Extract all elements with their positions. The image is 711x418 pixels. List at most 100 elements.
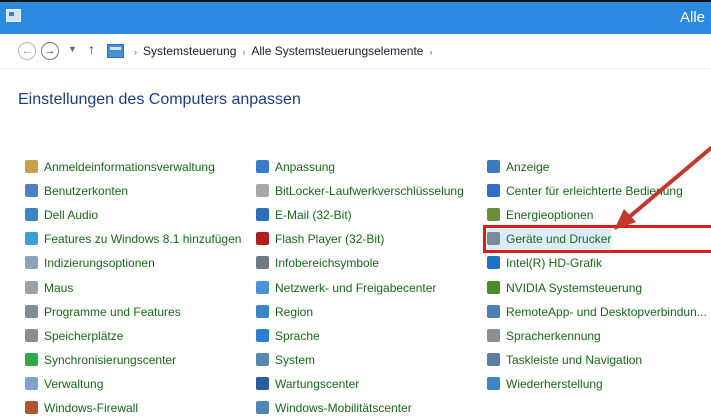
- panel-item-mobility[interactable]: Windows-Mobilitätscenter: [256, 398, 412, 418]
- panel-item-dell-audio[interactable]: Dell Audio: [25, 205, 98, 225]
- address-bar: ← → ▼ ↑ › Systemsteuerung › Alle Systemsteu…: [0, 34, 711, 69]
- power-icon: [487, 208, 500, 222]
- intel-graphics-icon: [487, 256, 500, 270]
- panel-item-speech[interactable]: Spracherkennung: [487, 326, 601, 346]
- panel-item-sync[interactable]: Synchronisierungscenter: [25, 350, 176, 370]
- control-panel-crumb-icon[interactable]: [107, 44, 124, 58]
- panel-item-label: Wartungscenter: [275, 376, 360, 391]
- ease-of-access-icon: [487, 184, 500, 198]
- panel-item-language[interactable]: Sprache: [256, 326, 320, 346]
- panel-item-users[interactable]: Benutzerkonten: [25, 181, 128, 201]
- mobility-icon: [256, 401, 269, 414]
- panel-item-remoteapp[interactable]: RemoteApp- und Desktopverbindun...: [487, 302, 707, 322]
- forward-button[interactable]: →: [41, 42, 59, 60]
- highlight-box: [483, 225, 711, 253]
- chevron-right-icon: ›: [242, 47, 246, 57]
- panel-item-label: Windows-Firewall: [44, 401, 139, 415]
- panel-item-recovery[interactable]: Wiederherstellung: [487, 374, 603, 394]
- network-icon: [256, 280, 269, 294]
- panel-item-firewall[interactable]: Windows-Firewall: [25, 398, 138, 418]
- panel-item-nvidia[interactable]: NVIDIA Systemsteuerung: [487, 278, 642, 298]
- panel-item-label: Intel(R) HD-Grafik: [506, 256, 603, 271]
- panel-item-label: Anmeldeinformationsverwaltung: [44, 160, 215, 174]
- notification-icon: [256, 256, 269, 270]
- mail-icon: [256, 208, 269, 222]
- firewall-icon: [25, 401, 38, 414]
- chevron-right-icon: ›: [134, 47, 137, 57]
- panel-item-label: Spracherkennung: [506, 328, 601, 343]
- panel-item-ease-of-access[interactable]: Center für erleichterte Bedienung: [487, 181, 683, 201]
- chevron-right-icon: ›: [429, 47, 433, 57]
- panel-item-indexing[interactable]: Indizierungsoptionen: [25, 253, 155, 273]
- back-button[interactable]: ←: [18, 42, 36, 60]
- panel-item-label: Maus: [44, 280, 74, 295]
- panel-item-taskbar[interactable]: Taskleiste und Navigation: [487, 350, 642, 370]
- admin-tools-icon: [25, 376, 38, 390]
- panel-item-label: Anpassung: [275, 160, 336, 174]
- panel-item-label: Dell Audio: [44, 208, 99, 223]
- panel-item-windows-features[interactable]: Features zu Windows 8.1 hinzufügen: [25, 229, 241, 249]
- breadcrumb-systemsteuerung[interactable]: Systemsteuerung: [143, 44, 236, 58]
- page-title: Einstellungen des Computers anpassen: [18, 91, 301, 108]
- panel-item-label: Center für erleichterte Bedienung: [506, 184, 683, 199]
- window-title: Alle: [679, 9, 705, 26]
- display-icon: [487, 160, 500, 173]
- mouse-icon: [25, 280, 38, 294]
- panel-item-label: Windows-Mobilitätscenter: [275, 401, 412, 415]
- region-icon: [256, 304, 269, 318]
- panel-item-label: Region: [275, 304, 314, 319]
- panel-item-label: Synchronisierungscenter: [44, 352, 177, 367]
- storage-icon: [25, 328, 38, 342]
- nvidia-icon: [487, 280, 500, 294]
- panel-item-label: RemoteApp- und Desktopverbindun...: [506, 304, 707, 319]
- panel-item-system[interactable]: System: [256, 350, 315, 370]
- panel-item-label: Anzeige: [506, 160, 550, 174]
- breadcrumb: › Systemsteuerung › Alle Systemsteuerungsel…: [128, 44, 438, 58]
- panel-item-power[interactable]: Energieoptionen: [487, 205, 593, 225]
- panel-item-label: NVIDIA Systemsteuerung: [506, 280, 643, 295]
- panel-item-label: Programme und Features: [44, 304, 181, 319]
- panel-item-label: Verwaltung: [44, 376, 104, 391]
- panel-item-intel-graphics[interactable]: Intel(R) HD-Grafik: [487, 253, 602, 273]
- remoteapp-icon: [487, 304, 500, 318]
- panel-item-label: Netzwerk- und Freigabecenter: [275, 280, 437, 295]
- panel-item-label: Features zu Windows 8.1 hinzufügen: [44, 232, 242, 247]
- system-icon: [256, 352, 269, 366]
- panel-item-display[interactable]: Anzeige: [487, 157, 549, 177]
- panel-item-region[interactable]: Region: [256, 302, 313, 322]
- users-icon: [25, 184, 38, 198]
- panel-item-admin-tools[interactable]: Verwaltung: [25, 374, 103, 394]
- taskbar-icon: [487, 352, 500, 366]
- panel-item-label: Benutzerkonten: [44, 184, 129, 199]
- panel-item-storage[interactable]: Speicherplätze: [25, 326, 123, 346]
- title-bar[interactable]: Alle: [0, 2, 711, 34]
- control-panel-icon: [6, 9, 21, 22]
- panel-item-network[interactable]: Netzwerk- und Freigabecenter: [256, 278, 436, 298]
- panel-item-notification[interactable]: Infobereichsymbole: [256, 253, 379, 273]
- panel-item-programs[interactable]: Programme und Features: [25, 302, 181, 322]
- panel-item-personalization[interactable]: Anpassung: [256, 157, 335, 177]
- panel-item-bitlocker[interactable]: BitLocker-Laufwerkverschlüsselung: [256, 181, 464, 201]
- recovery-icon: [487, 376, 500, 390]
- panel-item-action-center[interactable]: Wartungscenter: [256, 374, 359, 394]
- action-center-icon: [256, 376, 269, 390]
- flash-icon: [256, 232, 269, 246]
- panel-item-label: Wiederherstellung: [506, 376, 603, 391]
- breadcrumb-alle-elemente[interactable]: Alle Systemsteuerungselemente: [251, 44, 423, 58]
- panel-item-mouse[interactable]: Maus: [25, 278, 73, 298]
- panel-item-label: Speicherplätze: [44, 328, 124, 343]
- panel-item-label: Sprache: [275, 328, 320, 343]
- dell-audio-icon: [25, 208, 38, 222]
- up-button[interactable]: ↑: [88, 41, 95, 57]
- programs-icon: [25, 304, 38, 318]
- panel-item-label: Taskleiste und Navigation: [506, 352, 643, 367]
- panel-item-label: System: [275, 352, 316, 367]
- recent-locations-dropdown[interactable]: ▼: [68, 44, 77, 54]
- speech-icon: [487, 328, 500, 342]
- bitlocker-icon: [256, 184, 269, 198]
- panel-item-mail[interactable]: E-Mail (32-Bit): [256, 205, 352, 225]
- panel-item-credential[interactable]: Anmeldeinformationsverwaltung: [25, 157, 215, 177]
- sync-icon: [25, 352, 38, 366]
- windows-features-icon: [25, 232, 38, 246]
- panel-item-flash[interactable]: Flash Player (32-Bit): [256, 229, 384, 249]
